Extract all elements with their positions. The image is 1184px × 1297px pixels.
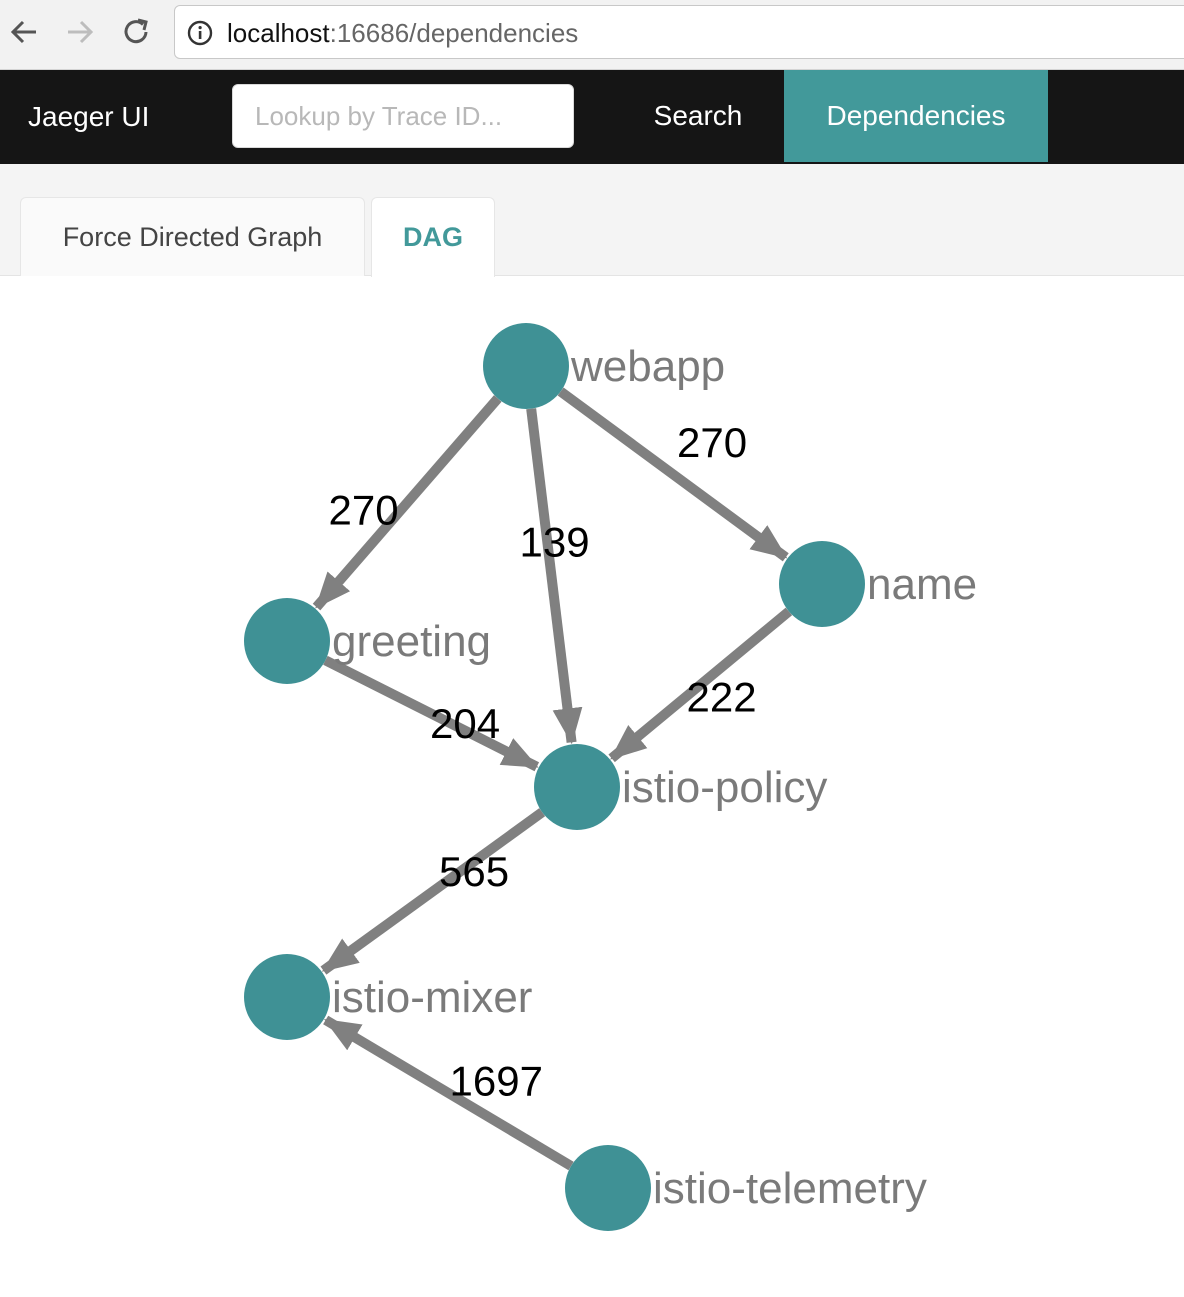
url-text: localhost:16686/dependencies xyxy=(227,18,579,48)
edge-count-label: 222 xyxy=(687,674,757,721)
edge-count-label: 565 xyxy=(439,848,509,895)
edge-count-label: 139 xyxy=(520,519,590,566)
tab-dag[interactable]: DAG xyxy=(371,197,495,277)
nav-dependencies-link[interactable]: Dependencies xyxy=(784,70,1048,162)
graph-type-tabs: Force Directed Graph DAG xyxy=(0,164,1184,277)
dag-graph-svg[interactable]: 270 139 270 204 222 565 1697 webapp greeting nam… xyxy=(0,276,1184,1292)
browser-toolbar: localhost:16686/dependencies xyxy=(0,0,1184,70)
node-label-greeting: greeting xyxy=(332,617,491,666)
address-bar[interactable]: localhost:16686/dependencies xyxy=(174,5,1184,59)
node-webapp[interactable] xyxy=(483,323,569,409)
node-istio-telemetry[interactable] xyxy=(565,1145,651,1231)
info-icon[interactable] xyxy=(187,20,213,46)
node-label-webapp: webapp xyxy=(570,342,725,391)
node-label-name: name xyxy=(867,560,977,609)
nav-search-link[interactable]: Search xyxy=(630,70,766,162)
node-label-istio-mixer: istio-mixer xyxy=(332,973,532,1022)
node-istio-mixer[interactable] xyxy=(244,954,330,1040)
edge-count-label: 270 xyxy=(677,419,747,466)
top-nav: Jaeger UI Search Dependencies xyxy=(0,70,1184,164)
node-greeting[interactable] xyxy=(244,598,330,684)
edge-count-label: 270 xyxy=(329,487,399,534)
edge-count-label: 204 xyxy=(430,700,500,747)
trace-id-lookup-input[interactable] xyxy=(232,84,574,148)
reload-icon[interactable] xyxy=(118,14,154,50)
edge-webapp-to-name[interactable] xyxy=(557,387,789,562)
dag-graph-area: 270 139 270 204 222 565 1697 webapp greeting nam… xyxy=(0,276,1184,1292)
node-istio-policy[interactable] xyxy=(534,744,620,830)
node-label-istio-policy: istio-policy xyxy=(622,763,827,812)
node-label-istio-telemetry: istio-telemetry xyxy=(653,1164,927,1213)
node-name[interactable] xyxy=(779,541,865,627)
forward-arrow-icon[interactable] xyxy=(62,14,98,50)
tab-force-directed-graph[interactable]: Force Directed Graph xyxy=(20,197,365,276)
brand-logo-text[interactable]: Jaeger UI xyxy=(28,100,149,134)
edge-istio-policy-to-istio-mixer[interactable] xyxy=(320,808,546,975)
edge-count-label: 1697 xyxy=(450,1058,543,1105)
edge-webapp-to-istio-policy[interactable] xyxy=(526,408,583,745)
back-arrow-icon[interactable] xyxy=(6,14,42,50)
